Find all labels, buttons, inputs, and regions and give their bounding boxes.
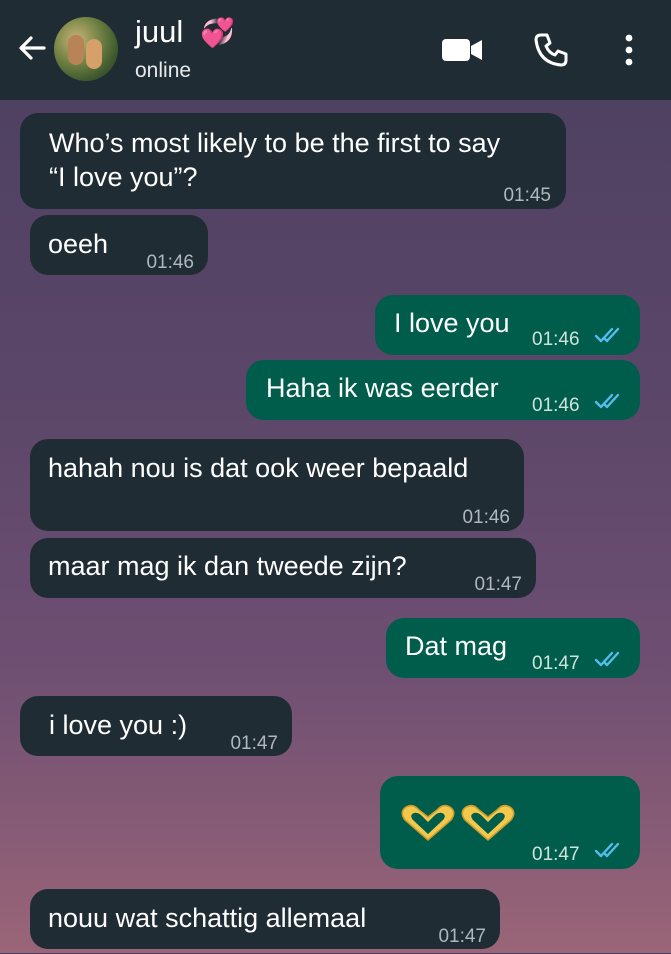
message-text: i love you :) (49, 710, 188, 740)
message-time: 01:47 (474, 574, 522, 595)
heart-emoji-icon: 💞 (200, 17, 235, 48)
message-text: “I love you”? (49, 162, 198, 192)
message-text: maar mag ik dan tweede zijn? (48, 551, 407, 581)
back-arrow-icon[interactable] (14, 30, 50, 66)
message-outgoing[interactable]: 01:47 (380, 776, 640, 869)
message-text: I love you (394, 308, 510, 338)
message-incoming[interactable]: nouu wat schattig allemaal 01:47 (30, 889, 500, 949)
message-time: 01:46 (146, 252, 194, 273)
avatar[interactable] (54, 17, 118, 81)
chat-header: juul 💞 online (0, 0, 671, 100)
message-time: 01:46 (462, 507, 510, 528)
message-text: hahah nou is dat ook weer bepaald (48, 453, 469, 483)
message-time: 01:46 (532, 395, 580, 416)
read-receipt-icon (594, 651, 620, 667)
message-incoming[interactable]: hahah nou is dat ook weer bepaald 01:46 (30, 439, 524, 531)
message-time: 01:45 (503, 185, 551, 206)
more-options-icon[interactable] (622, 34, 636, 66)
message-text: Haha ik was eerder (266, 373, 499, 403)
message-incoming[interactable]: maar mag ik dan tweede zijn? 01:47 (30, 538, 536, 598)
read-receipt-icon (594, 842, 620, 858)
video-call-icon[interactable] (441, 36, 483, 64)
contact-name[interactable]: juul (135, 14, 183, 50)
message-incoming[interactable]: Who’s most likely to be the first to say… (20, 113, 566, 209)
message-time: 01:47 (230, 733, 278, 754)
read-receipt-icon (594, 327, 620, 343)
message-time: 01:47 (532, 653, 580, 674)
message-incoming[interactable]: oeeh 01:46 (30, 215, 208, 275)
message-text: nouu wat schattig allemaal (48, 903, 367, 933)
contact-status: online (135, 59, 192, 82)
message-outgoing[interactable]: Dat mag 01:47 (386, 618, 640, 678)
message-text: Who’s most likely to be the first to say (49, 128, 501, 158)
message-text: Dat mag (405, 631, 508, 661)
heart-hands-icon (401, 804, 515, 841)
message-time: 01:47 (438, 926, 486, 947)
read-receipt-icon (594, 393, 620, 409)
message-text: oeeh (48, 229, 109, 259)
message-time: 01:47 (532, 844, 580, 865)
message-time: 01:46 (532, 329, 580, 350)
voice-call-icon[interactable] (533, 32, 569, 68)
message-outgoing[interactable]: I love you 01:46 (375, 295, 640, 355)
message-incoming[interactable]: i love you :) 01:47 (20, 696, 292, 756)
message-outgoing[interactable]: Haha ik was eerder 01:46 (246, 360, 640, 420)
